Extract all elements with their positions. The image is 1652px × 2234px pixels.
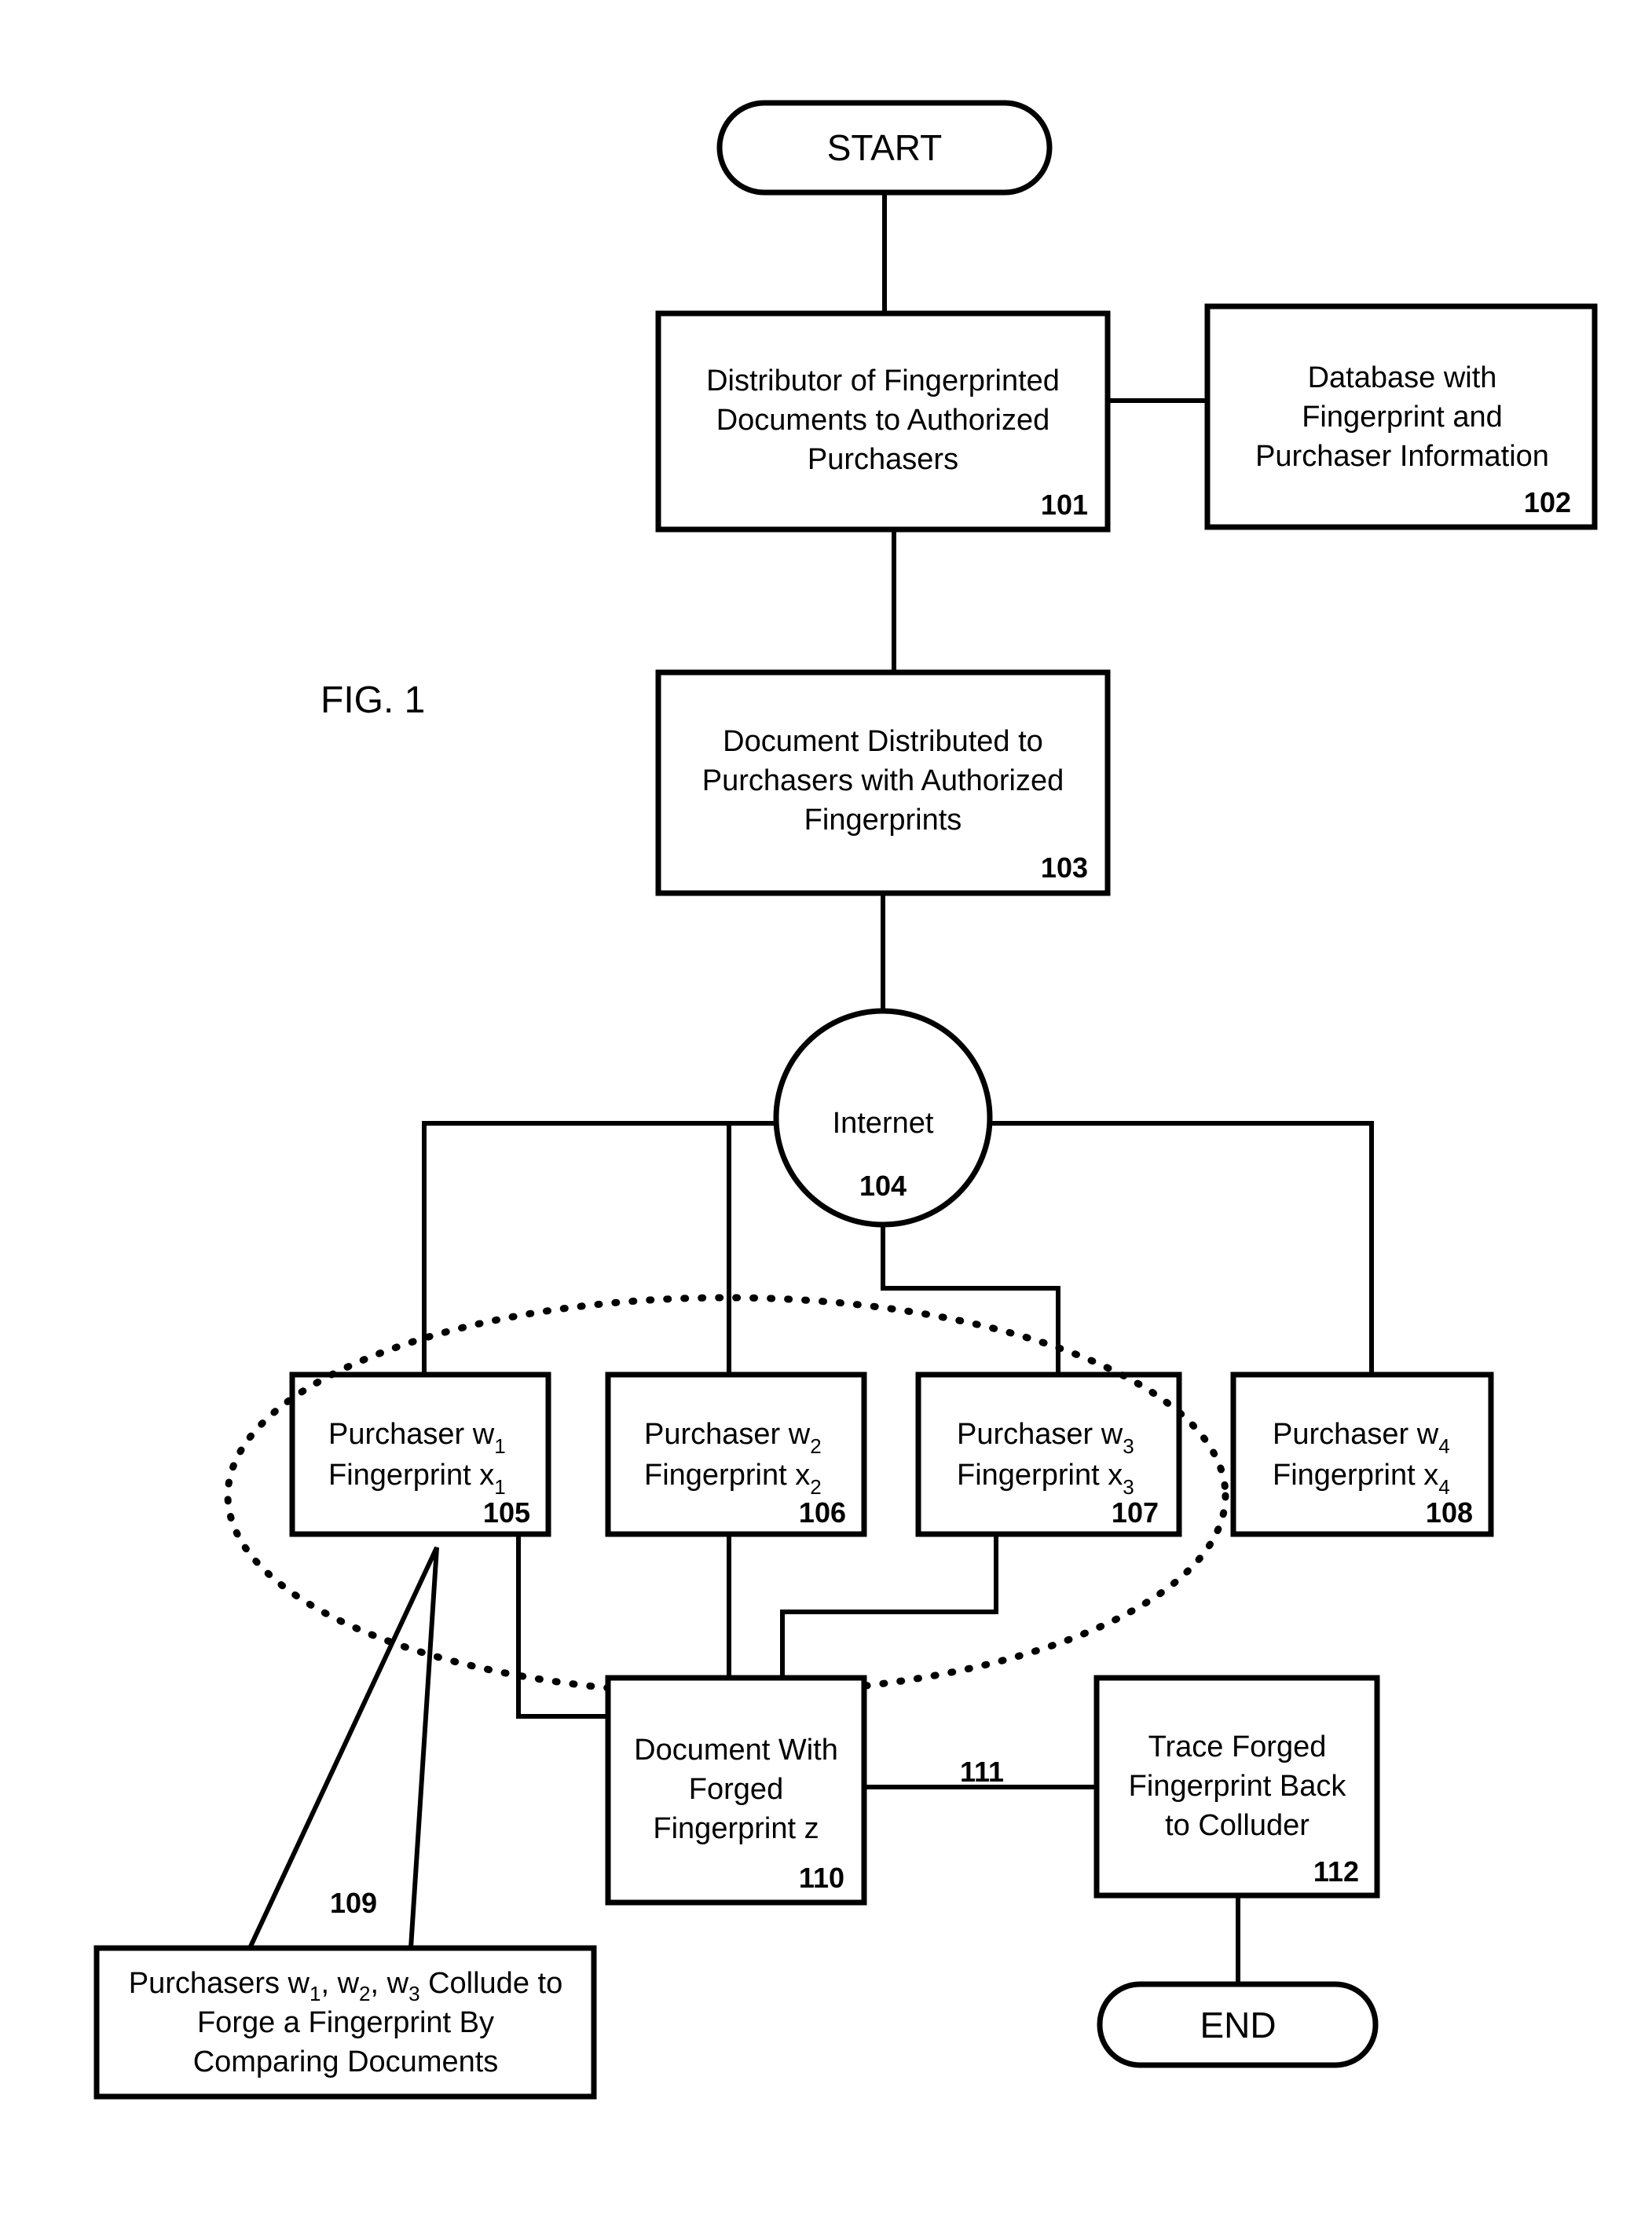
node-102-line: Purchaser Information — [1255, 440, 1549, 473]
node-110-line: Document With — [634, 1734, 838, 1767]
node-109-line: Forge a Fingerprint By — [197, 2006, 494, 2039]
node-110-ref: 110 — [799, 1862, 844, 1894]
node-103-ref: 103 — [1041, 851, 1088, 884]
node-101-line: Documents to Authorized — [716, 404, 1050, 437]
node-104-ref: 104 — [859, 1170, 907, 1202]
node-109-collusion-note: Purchasers w1, w2, w3 Collude to Forge a… — [93, 1945, 597, 2100]
callout-109-ref: 109 — [330, 1887, 377, 1919]
node-105-ref: 105 — [483, 1496, 530, 1529]
node-110-line: Forged — [689, 1773, 783, 1806]
node-102-line: Fingerprint and — [1302, 401, 1503, 434]
node-109-line: Comparing Documents — [193, 2045, 499, 2078]
connector-104-105 — [422, 1121, 776, 1375]
node-106-purchaser-w2: Purchaser w2 Fingerprint x2 106 — [605, 1372, 867, 1537]
start-terminal: START — [716, 100, 1053, 196]
figure-label: FIG. 1 — [321, 679, 425, 721]
node-108-purchaser-w4: Purchaser w4 Fingerprint x4 108 — [1230, 1372, 1494, 1537]
node-110-forged-document: Document With Forged Fingerprint z 110 — [605, 1675, 867, 1906]
connector-107-110 — [780, 1534, 998, 1678]
node-103-document-distributed: Document Distributed to Purchasers with … — [655, 669, 1111, 896]
node-112-ref: 112 — [1313, 1855, 1359, 1888]
node-110-line: Fingerprint z — [653, 1812, 819, 1845]
node-108-ref: 108 — [1426, 1496, 1473, 1529]
node-104-internet: Internet 104 — [773, 1008, 993, 1228]
connector-104-107 — [881, 1225, 1060, 1375]
node-107-ref: 107 — [1112, 1496, 1159, 1529]
node-109-line: Purchasers w1, w2, w3 Collude to — [129, 1967, 562, 2005]
node-112-line: to Colluder — [1165, 1809, 1310, 1842]
node-102-line: Database with — [1308, 361, 1497, 394]
connector-105-110 — [516, 1534, 608, 1719]
node-101-distributor: Distributor of Fingerprinted Documents t… — [655, 310, 1111, 533]
node-107-purchaser-w3: Purchaser w3 Fingerprint x3 107 — [915, 1372, 1182, 1537]
node-101-line: Distributor of Fingerprinted — [706, 364, 1060, 397]
node-104-label: Internet — [833, 1107, 934, 1140]
node-103-line: Fingerprints — [804, 804, 962, 837]
end-terminal: END — [1097, 1981, 1379, 2068]
node-103-line: Document Distributed to — [723, 725, 1043, 758]
end-label: END — [1200, 2005, 1276, 2045]
node-103-line: Purchasers with Authorized — [702, 764, 1064, 797]
node-101-line: Purchasers — [808, 443, 958, 476]
node-112-line: Fingerprint Back — [1129, 1770, 1347, 1803]
node-101-ref: 101 — [1041, 489, 1088, 521]
connector-111-ref: 111 — [960, 1756, 1004, 1788]
node-102-ref: 102 — [1524, 486, 1571, 518]
flowchart: START Distributor of Fingerprinted Docum… — [93, 100, 1598, 2100]
node-105-purchaser-w1: Purchaser w1 Fingerprint x1 105 — [289, 1372, 551, 1537]
node-106-ref: 106 — [799, 1496, 846, 1529]
node-102-database: Database with Fingerprint and Purchaser … — [1204, 303, 1598, 530]
start-label: START — [827, 127, 943, 168]
node-112-line: Trace Forged — [1148, 1730, 1327, 1763]
node-112-trace-colluder: Trace Forged Fingerprint Back to Collude… — [1093, 1675, 1380, 1899]
connector-104-108 — [990, 1121, 1374, 1375]
